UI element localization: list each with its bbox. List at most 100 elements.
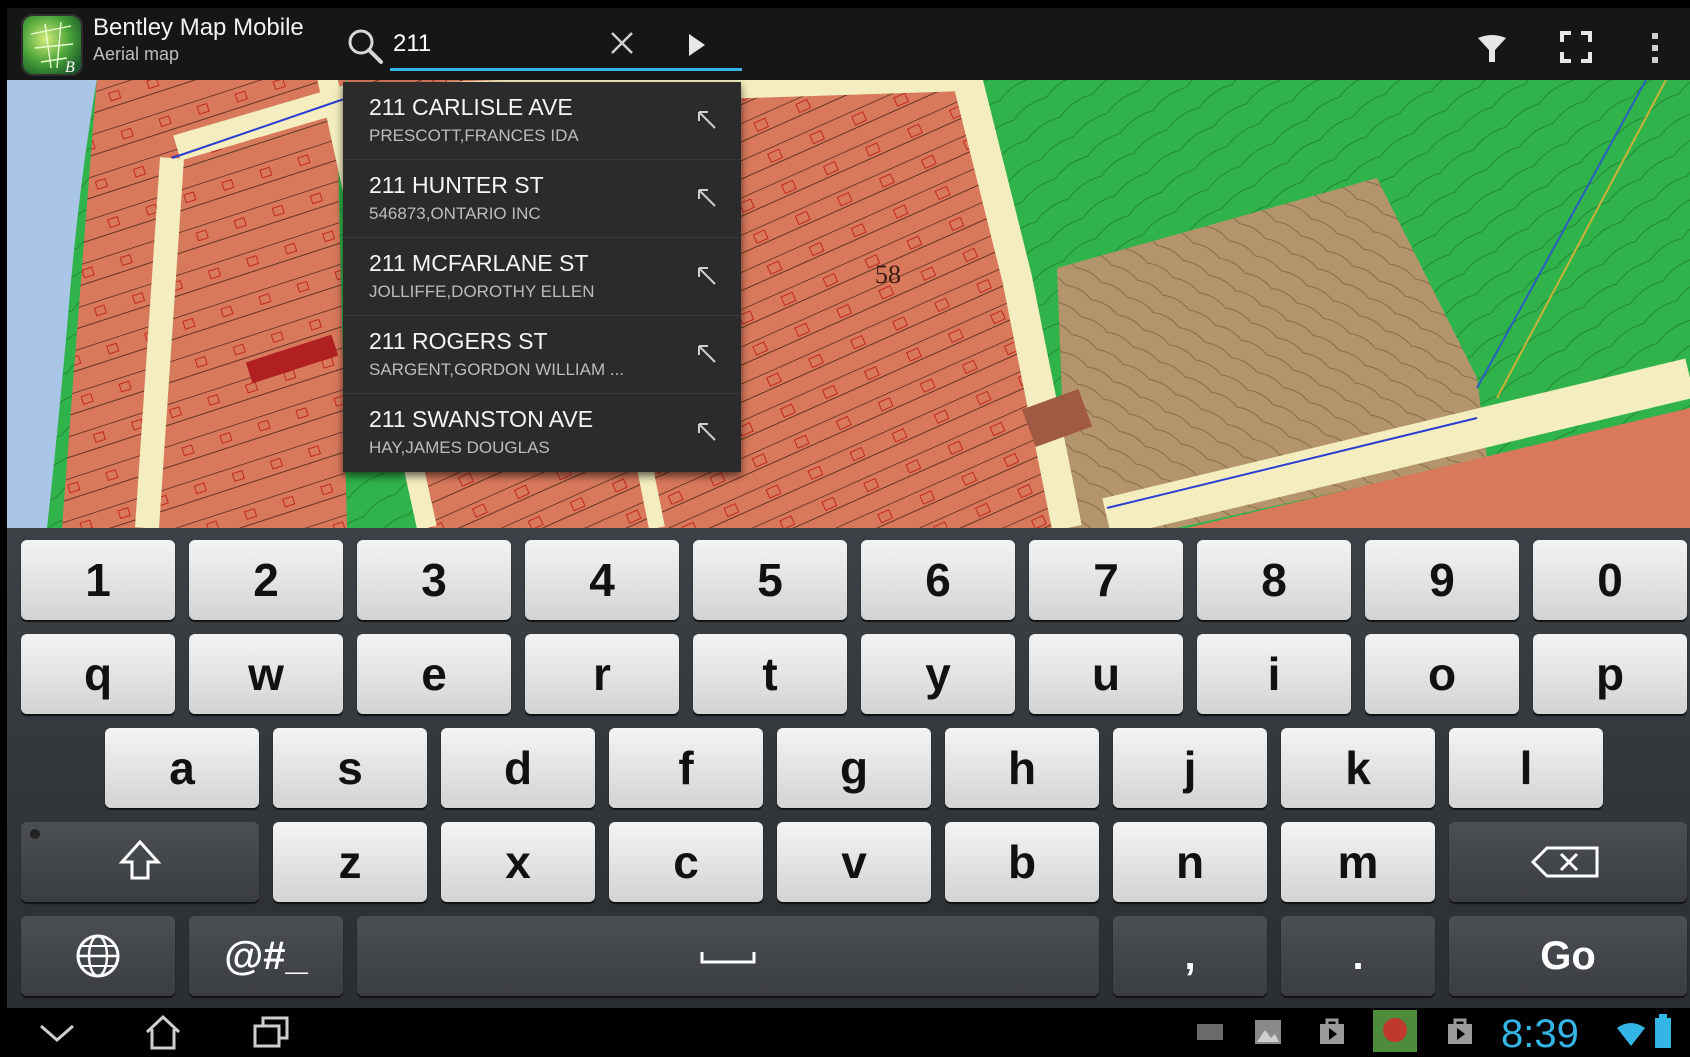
key-label: b	[1007, 836, 1037, 888]
system-bar: 8:39	[7, 1008, 1690, 1057]
key-label: c	[673, 836, 699, 888]
suggestion-address: 211 MCFARLANE ST	[369, 250, 589, 276]
key-4[interactable]: 4	[525, 540, 679, 620]
key-label: z	[338, 836, 362, 888]
suggestion-owner: HAY,JAMES DOUGLAS	[369, 438, 550, 457]
fullscreen-icon[interactable]	[1559, 30, 1593, 64]
keyboard-icon	[1197, 1024, 1223, 1040]
key-2[interactable]: 2	[189, 540, 343, 620]
key-o[interactable]: o	[1365, 634, 1519, 714]
key-t[interactable]: t	[693, 634, 847, 714]
key-i[interactable]: i	[1197, 634, 1351, 714]
key-g[interactable]: g	[777, 728, 931, 808]
key-j[interactable]: j	[1113, 728, 1267, 808]
key-w[interactable]: w	[189, 634, 343, 714]
app-logo-icon[interactable]: B	[21, 14, 83, 76]
key-q[interactable]: q	[21, 634, 175, 714]
key-7[interactable]: 7	[1029, 540, 1183, 620]
key-label: 5	[757, 554, 783, 606]
key-label: y	[925, 648, 951, 700]
key-x[interactable]: x	[441, 822, 595, 902]
north-west-arrow-icon[interactable]	[695, 420, 719, 444]
key-y[interactable]: y	[861, 634, 1015, 714]
play-arrow-icon[interactable]	[685, 30, 709, 60]
key-label: 3	[421, 554, 447, 606]
key-8[interactable]: 8	[1197, 540, 1351, 620]
status-clock[interactable]: 8:39	[1501, 1012, 1579, 1057]
backspace-key[interactable]	[1449, 822, 1687, 902]
north-west-arrow-icon[interactable]	[695, 186, 719, 210]
key-9[interactable]: 9	[1365, 540, 1519, 620]
recent-apps-icon[interactable]	[251, 1014, 291, 1050]
search-icon[interactable]	[345, 26, 385, 66]
action-bar: B Bentley Map Mobile Aerial map	[7, 8, 1690, 80]
suggestion-item[interactable]: 211 CARLISLE AVE PRESCOTT,FRANCES IDA	[343, 82, 741, 160]
suggestion-item[interactable]: 211 MCFARLANE ST JOLLIFFE,DOROTHY ELLEN	[343, 238, 741, 316]
language-key[interactable]	[21, 916, 175, 996]
key-m[interactable]: m	[1281, 822, 1435, 902]
chevron-down-icon[interactable]	[37, 1016, 77, 1048]
comma-key[interactable]: ,	[1113, 916, 1267, 996]
key-c[interactable]: c	[609, 822, 763, 902]
app-title: Bentley Map Mobile	[93, 14, 304, 41]
app-thumbnail-icon[interactable]	[1373, 1010, 1417, 1052]
suggestion-address: 211 HUNTER ST	[369, 172, 544, 198]
aerial-map-canvas[interactable]	[7, 78, 1690, 528]
key-5[interactable]: 5	[693, 540, 847, 620]
key-r[interactable]: r	[525, 634, 679, 714]
home-icon[interactable]	[143, 1012, 183, 1052]
key-f[interactable]: f	[609, 728, 763, 808]
symbols-key[interactable]: @#_	[189, 916, 343, 996]
key-label: 2	[253, 554, 279, 606]
key-n[interactable]: n	[1113, 822, 1267, 902]
key-label: g	[839, 742, 869, 794]
key-a[interactable]: a	[105, 728, 259, 808]
bag-icon	[1320, 1018, 1344, 1044]
key-s[interactable]: s	[273, 728, 427, 808]
north-west-arrow-icon[interactable]	[695, 342, 719, 366]
go-key[interactable]: Go	[1449, 916, 1687, 996]
key-p[interactable]: p	[1533, 634, 1687, 714]
key-label: 0	[1597, 554, 1623, 606]
overflow-menu-icon[interactable]	[1649, 30, 1661, 66]
search-input[interactable]	[393, 24, 593, 64]
space-key[interactable]	[357, 916, 1099, 996]
key-v[interactable]: v	[777, 822, 931, 902]
key-label: .	[1352, 934, 1364, 978]
key-3[interactable]: 3	[357, 540, 511, 620]
key-label: ,	[1184, 934, 1196, 978]
clear-icon[interactable]	[607, 28, 637, 58]
suggestion-item[interactable]: 211 ROGERS ST SARGENT,GORDON WILLIAM ...	[343, 316, 741, 394]
key-b[interactable]: b	[945, 822, 1099, 902]
north-west-arrow-icon[interactable]	[695, 264, 719, 288]
app-subtitle: Aerial map	[93, 44, 180, 64]
suggestion-item[interactable]: 211 HUNTER ST 546873,ONTARIO INC	[343, 160, 741, 238]
key-u[interactable]: u	[1029, 634, 1183, 714]
key-6[interactable]: 6	[861, 540, 1015, 620]
key-label: j	[1183, 742, 1197, 794]
key-label: m	[1337, 836, 1379, 888]
key-k[interactable]: k	[1281, 728, 1435, 808]
period-key[interactable]: .	[1281, 916, 1435, 996]
key-label: 6	[925, 554, 951, 606]
key-0[interactable]: 0	[1533, 540, 1687, 620]
key-label: a	[169, 742, 195, 794]
map-view[interactable]: 58	[7, 78, 1690, 528]
space-icon	[700, 952, 756, 964]
gallery-icon	[1255, 1020, 1281, 1044]
filter-icon[interactable]	[1475, 32, 1509, 66]
key-d[interactable]: d	[441, 728, 595, 808]
north-west-arrow-icon[interactable]	[695, 108, 719, 132]
key-label: @#_	[224, 934, 308, 978]
suggestion-owner: JOLLIFFE,DOROTHY ELLEN	[369, 282, 595, 301]
key-1[interactable]: 1	[21, 540, 175, 620]
key-z[interactable]: z	[273, 822, 427, 902]
key-e[interactable]: e	[357, 634, 511, 714]
suggestion-address: 211 ROGERS ST	[369, 328, 548, 354]
key-label: t	[762, 648, 778, 700]
key-l[interactable]: l	[1449, 728, 1603, 808]
key-label: Go	[1540, 934, 1596, 978]
key-h[interactable]: h	[945, 728, 1099, 808]
suggestion-item[interactable]: 211 SWANSTON AVE HAY,JAMES DOUGLAS	[343, 394, 741, 471]
shift-key[interactable]	[21, 822, 259, 902]
